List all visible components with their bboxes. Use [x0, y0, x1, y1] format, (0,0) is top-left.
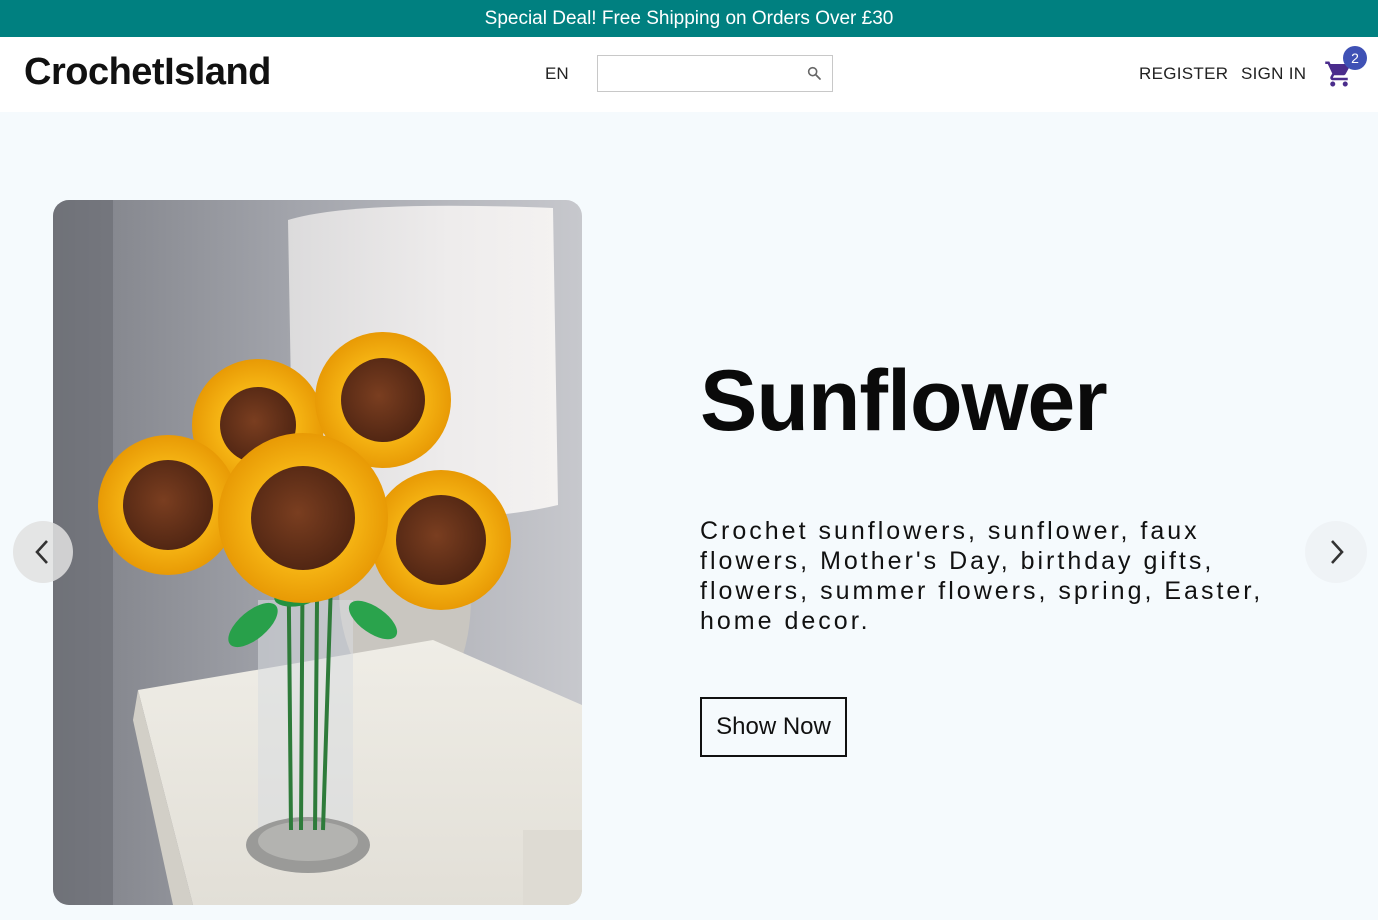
site-logo[interactable]: CrochetIsland	[24, 51, 271, 94]
navbar: CrochetIsland EN REGISTER SIGN IN 2	[0, 37, 1378, 112]
search-box	[597, 55, 833, 92]
show-now-button[interactable]: Show Now	[700, 697, 847, 757]
hero-description: Crochet sunflowers, sunflower, faux flow…	[700, 517, 1264, 635]
cart-count-badge: 2	[1343, 46, 1367, 70]
chevron-right-icon	[1331, 540, 1344, 564]
carousel-next-button[interactable]	[1305, 521, 1367, 583]
chevron-left-icon	[35, 540, 48, 564]
announcement-bar: Special Deal! Free Shipping on Orders Ov…	[0, 0, 1378, 37]
announcement-text: Special Deal! Free Shipping on Orders Ov…	[484, 7, 894, 29]
hero-carousel: Sunflower Crochet sunflowers, sunflower,…	[0, 112, 1378, 920]
sunflower-product-image[interactable]	[53, 200, 582, 905]
carousel-prev-button[interactable]	[13, 521, 73, 583]
hero-title: Sunflower	[700, 353, 1108, 449]
register-link[interactable]: REGISTER	[1139, 64, 1228, 84]
search-icon[interactable]	[806, 65, 822, 81]
language-selector[interactable]: EN	[545, 64, 569, 84]
search-input[interactable]	[598, 56, 793, 91]
sign-in-link[interactable]: SIGN IN	[1241, 64, 1306, 84]
